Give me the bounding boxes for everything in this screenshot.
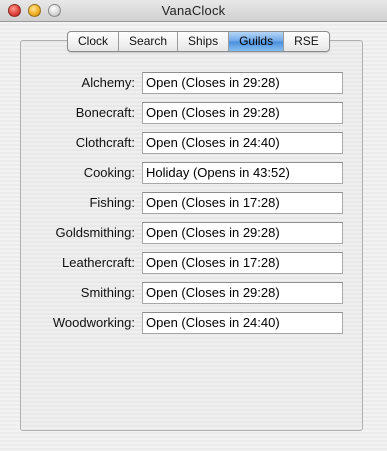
guild-label-goldsmithing: Goldsmithing: — [55, 225, 135, 240]
guild-row-woodworking: Woodworking: Open (Closes in 24:40) — [0, 312, 387, 342]
app-window: VanaClock Clock Search Ships Guilds RSE … — [0, 0, 387, 451]
guild-label-fishing: Fishing: — [89, 195, 135, 210]
tab-guilds[interactable]: Guilds — [229, 32, 285, 51]
guild-row-clothcraft: Clothcraft: Open (Closes in 24:40) — [0, 132, 387, 162]
guild-status-alchemy[interactable]: Open (Closes in 29:28) — [142, 72, 343, 94]
guild-label-woodworking: Woodworking: — [52, 315, 135, 330]
guild-row-alchemy: Alchemy: Open (Closes in 29:28) — [0, 72, 387, 102]
guild-label-leathercraft: Leathercraft: — [62, 255, 135, 270]
tab-search[interactable]: Search — [119, 32, 179, 51]
guild-status-leathercraft[interactable]: Open (Closes in 17:28) — [142, 252, 343, 274]
window-title: VanaClock — [161, 3, 226, 18]
tab-clock[interactable]: Clock — [68, 32, 120, 51]
tab-rse[interactable]: RSE — [284, 32, 329, 51]
guild-status-cooking[interactable]: Holiday (Opens in 43:52) — [142, 162, 343, 184]
guild-list: Alchemy: Open (Closes in 29:28) Bonecraf… — [0, 72, 387, 342]
guild-row-bonecraft: Bonecraft: Open (Closes in 29:28) — [0, 102, 387, 132]
guild-label-bonecraft: Bonecraft: — [75, 105, 135, 120]
guild-status-clothcraft[interactable]: Open (Closes in 24:40) — [142, 132, 343, 154]
tab-ships[interactable]: Ships — [178, 32, 230, 51]
guild-row-goldsmithing: Goldsmithing: Open (Closes in 29:28) — [0, 222, 387, 252]
guild-label-alchemy: Alchemy: — [81, 75, 135, 90]
guild-row-leathercraft: Leathercraft: Open (Closes in 17:28) — [0, 252, 387, 282]
guild-status-goldsmithing[interactable]: Open (Closes in 29:28) — [142, 222, 343, 244]
title-bar[interactable]: VanaClock — [0, 0, 387, 22]
guild-row-cooking: Cooking: Holiday (Opens in 43:52) — [0, 162, 387, 192]
guild-row-smithing: Smithing: Open (Closes in 29:28) — [0, 282, 387, 312]
guild-status-smithing[interactable]: Open (Closes in 29:28) — [142, 282, 343, 304]
guild-status-fishing[interactable]: Open (Closes in 17:28) — [142, 192, 343, 214]
tab-bar: Clock Search Ships Guilds RSE — [67, 31, 330, 52]
guild-status-bonecraft[interactable]: Open (Closes in 29:28) — [142, 102, 343, 124]
guild-status-woodworking[interactable]: Open (Closes in 24:40) — [142, 312, 343, 334]
guild-label-clothcraft: Clothcraft: — [75, 135, 135, 150]
guild-row-fishing: Fishing: Open (Closes in 17:28) — [0, 192, 387, 222]
guild-label-smithing: Smithing: — [80, 285, 135, 300]
guild-label-cooking: Cooking: — [83, 165, 135, 180]
